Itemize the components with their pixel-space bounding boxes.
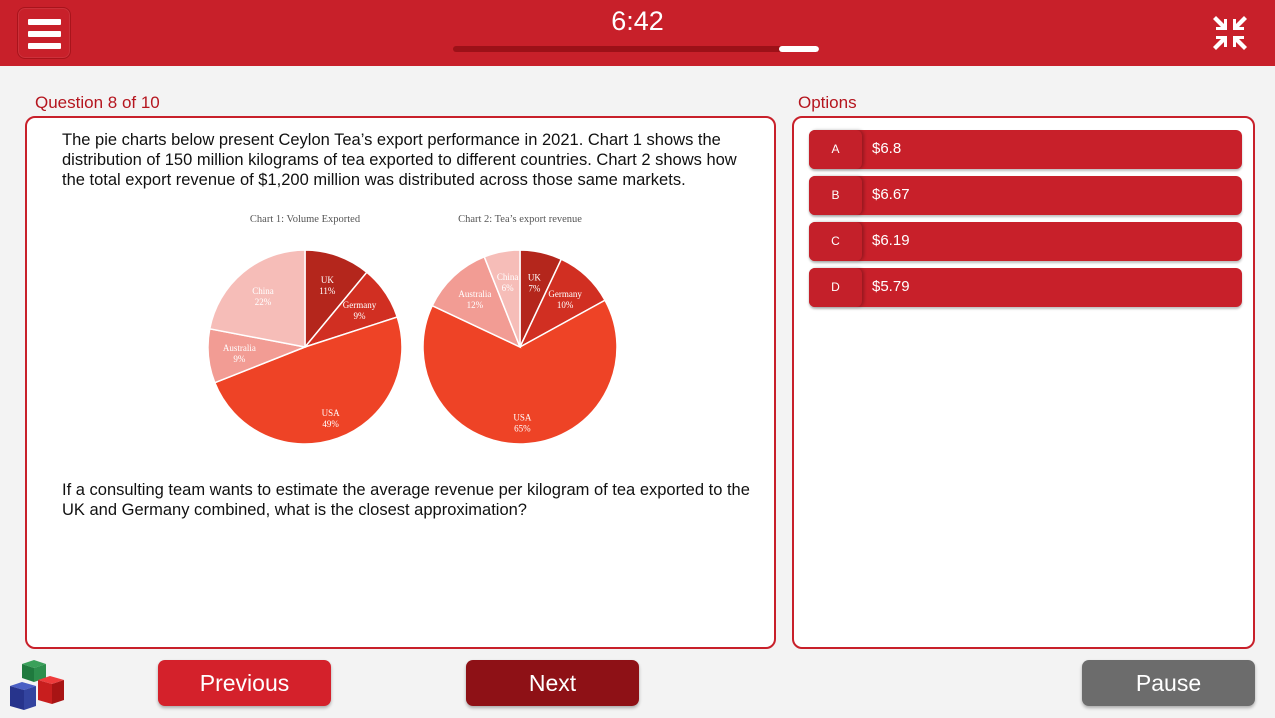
slice-percent-label: 65%	[514, 424, 531, 434]
option-b[interactable]: B $6.67	[809, 176, 1242, 215]
slice-category-label: Germany	[548, 289, 582, 299]
question-prompt: If a consulting team wants to estimate t…	[62, 481, 750, 519]
option-letter: D	[809, 268, 862, 307]
option-d[interactable]: D $5.79	[809, 268, 1242, 307]
option-text: $6.8	[872, 140, 902, 157]
timer: 6:42	[611, 6, 664, 36]
slice-category-label: Germany	[343, 300, 377, 310]
options-panel: A $6.8 B $6.67 C $6.19 D $5.79	[792, 116, 1255, 649]
option-text: $5.79	[872, 278, 910, 295]
slice-percent-label: 9%	[233, 354, 246, 364]
question-panel: The pie charts below present Ceylon Tea’…	[25, 116, 776, 649]
option-text: $6.19	[872, 232, 910, 249]
question-counter: Question 8 of 10	[35, 93, 160, 112]
options-heading: Options	[798, 93, 857, 112]
slice-category-label: China	[497, 272, 519, 282]
question-intro: The pie charts below present Ceylon Tea’…	[62, 131, 737, 189]
slice-percent-label: 10%	[557, 300, 574, 310]
option-a[interactable]: A $6.8	[809, 130, 1242, 169]
slice-percent-label: 12%	[467, 300, 484, 310]
collapse-fullscreen-button[interactable]	[1212, 15, 1248, 51]
cubes-logo-icon	[10, 660, 64, 710]
slice-percent-label: 49%	[322, 419, 339, 429]
slice-category-label: China	[252, 286, 274, 296]
slice-percent-label: 22%	[255, 297, 272, 307]
chart-title: Chart 2: Tea’s export revenue	[458, 214, 582, 225]
slice-category-label: UK	[321, 275, 334, 285]
slice-percent-label: 11%	[319, 286, 336, 296]
slice-category-label: UK	[528, 273, 541, 283]
slice-category-label: USA	[513, 413, 532, 423]
previous-button[interactable]: Previous	[158, 660, 331, 706]
chart-title: Chart 1: Volume Exported	[250, 214, 361, 225]
option-letter: C	[809, 222, 862, 261]
top-bar: 6:42	[0, 0, 1275, 66]
slice-percent-label: 7%	[528, 284, 541, 294]
time-progress-bar	[453, 46, 819, 52]
option-text: $6.67	[872, 186, 910, 203]
option-letter: A	[809, 130, 862, 169]
slice-category-label: USA	[322, 408, 341, 418]
time-progress-fill	[778, 46, 819, 52]
slice-category-label: Australia	[223, 343, 256, 353]
slice-category-label: Australia	[458, 289, 491, 299]
pie-charts: Chart 1: Volume ExportedUK11%Germany9%US…	[207, 214, 618, 445]
slice-percent-label: 9%	[354, 311, 367, 321]
app-logo	[8, 658, 66, 712]
next-button[interactable]: Next	[466, 660, 639, 706]
option-c[interactable]: C $6.19	[809, 222, 1242, 261]
option-letter: B	[809, 176, 862, 215]
pause-button[interactable]: Pause	[1082, 660, 1255, 706]
slice-percent-label: 6%	[502, 283, 515, 293]
collapse-icon	[1213, 16, 1247, 50]
